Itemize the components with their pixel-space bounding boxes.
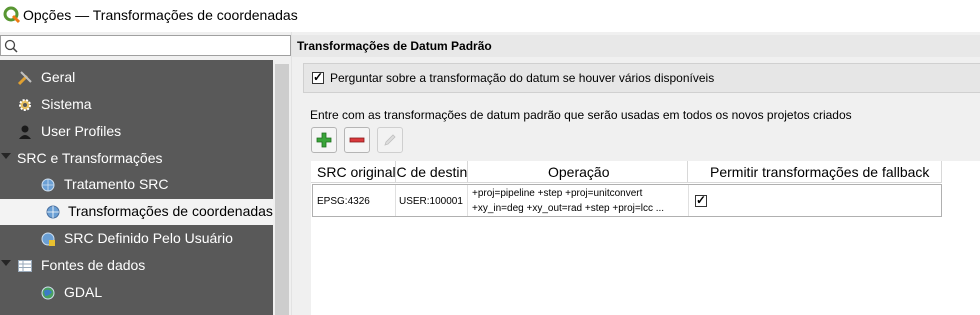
sidebar-item-label: Geral [41,69,76,85]
sidebar-item-user-profiles[interactable]: User Profiles [0,119,273,145]
globe-icon [41,286,55,300]
globe-icon [41,178,55,192]
table-row[interactable]: EPSG:4326 USER:100001 +proj=pipeline +st… [312,184,942,217]
sidebar-item-src-definido[interactable]: SRC Definido Pelo Usuário [0,226,273,252]
globe-edit-icon [41,232,55,246]
section-title: Transformações de Datum Padrão [297,39,492,53]
remove-icon [349,137,365,143]
sidebar-item-label: SRC e Transformações [17,150,163,166]
qgis-logo-icon [3,6,21,24]
ask-transform-group: Perguntar sobre a transformação do datum… [303,63,980,93]
sidebar-item-label: Tratamento SRC [64,176,169,192]
sidebar-item-sistema[interactable]: Sistema [0,92,273,118]
cell-destination[interactable]: USER:100001 [396,185,468,216]
window-title: Opções — Transformações de coordenadas [23,7,298,23]
add-icon [316,132,332,148]
ask-transform-checkbox[interactable] [312,70,324,84]
add-transformation-button[interactable] [311,127,337,153]
sidebar-item-gdal[interactable]: GDAL [0,280,273,306]
gear-icon [19,99,31,111]
remove-transformation-button[interactable] [344,127,370,153]
column-header-fallback[interactable]: Permitir transformações de fallback [688,161,942,183]
wrench-icon [17,71,32,86]
hint-text: Entre com as transformações de datum pad… [310,108,852,122]
operation-line-2: +xy_in=deg +xy_out=rad +step +proj=lcc .… [472,203,665,214]
cell-fallback[interactable] [689,185,941,216]
chevron-down-icon[interactable] [1,153,11,159]
user-icon [19,125,31,139]
edit-transformation-button[interactable] [377,127,403,153]
sidebar-item-label: User Profiles [41,123,122,139]
header-label: SRC original [317,164,396,180]
operation-line-1: +proj=pipeline +step +proj=unitconvert [472,188,643,199]
chevron-down-icon[interactable] [1,260,11,266]
sidebar-item-tratamento-src[interactable]: Tratamento SRC [0,172,273,198]
cell-text: USER:100001 [399,196,463,207]
header-label: Operação [548,164,610,180]
sidebar-item-src-transformacoes[interactable]: SRC e Transformações [0,146,273,172]
sidebar-item-fontes-dados[interactable]: Fontes de dados [0,253,273,279]
sidebar-item-label: Transformações de coordenadas [68,203,273,219]
sidebar-item-label: GDAL [64,284,103,300]
sidebar: Geral Sistema User Profiles SRC e Transf… [0,60,273,315]
transformations-table: SRC original SRC de destino Operação Per… [311,161,980,315]
edit-icon [384,134,396,146]
ask-transform-label[interactable]: Perguntar sobre a transformação do datum… [330,71,714,85]
sidebar-item-label: SRC Definido Pelo Usuário [64,230,233,246]
sidebar-item-transformacoes-coordenadas[interactable]: Transformações de coordenadas [0,199,273,225]
sidebar-item-label: Fontes de dados [41,257,146,273]
column-header-operation[interactable]: Operação [468,161,688,183]
search-icon [4,39,18,53]
section-header: Transformações de Datum Padrão [292,35,980,57]
cell-source[interactable]: EPSG:4326 [313,185,396,216]
pane-divider[interactable] [291,32,292,315]
globe-icon [46,205,60,219]
cell-operation[interactable]: +proj=pipeline +step +proj=unitconvert +… [468,185,689,216]
table-icon [18,260,32,272]
header-label: SRC de destino [396,164,468,180]
search-input[interactable] [0,35,291,56]
fallback-checkbox[interactable] [695,193,707,207]
sidebar-scrollbar-thumb[interactable] [275,64,289,315]
sidebar-item-geral[interactable]: Geral [0,65,273,91]
title-bar: Opções — Transformações de coordenadas [0,0,980,32]
column-header-source[interactable]: SRC original [311,161,396,183]
sidebar-item-label: Sistema [41,96,92,112]
column-header-destination[interactable]: SRC de destino [396,161,468,183]
header-label: Permitir transformações de fallback [710,164,930,180]
cell-text: EPSG:4326 [317,196,370,207]
